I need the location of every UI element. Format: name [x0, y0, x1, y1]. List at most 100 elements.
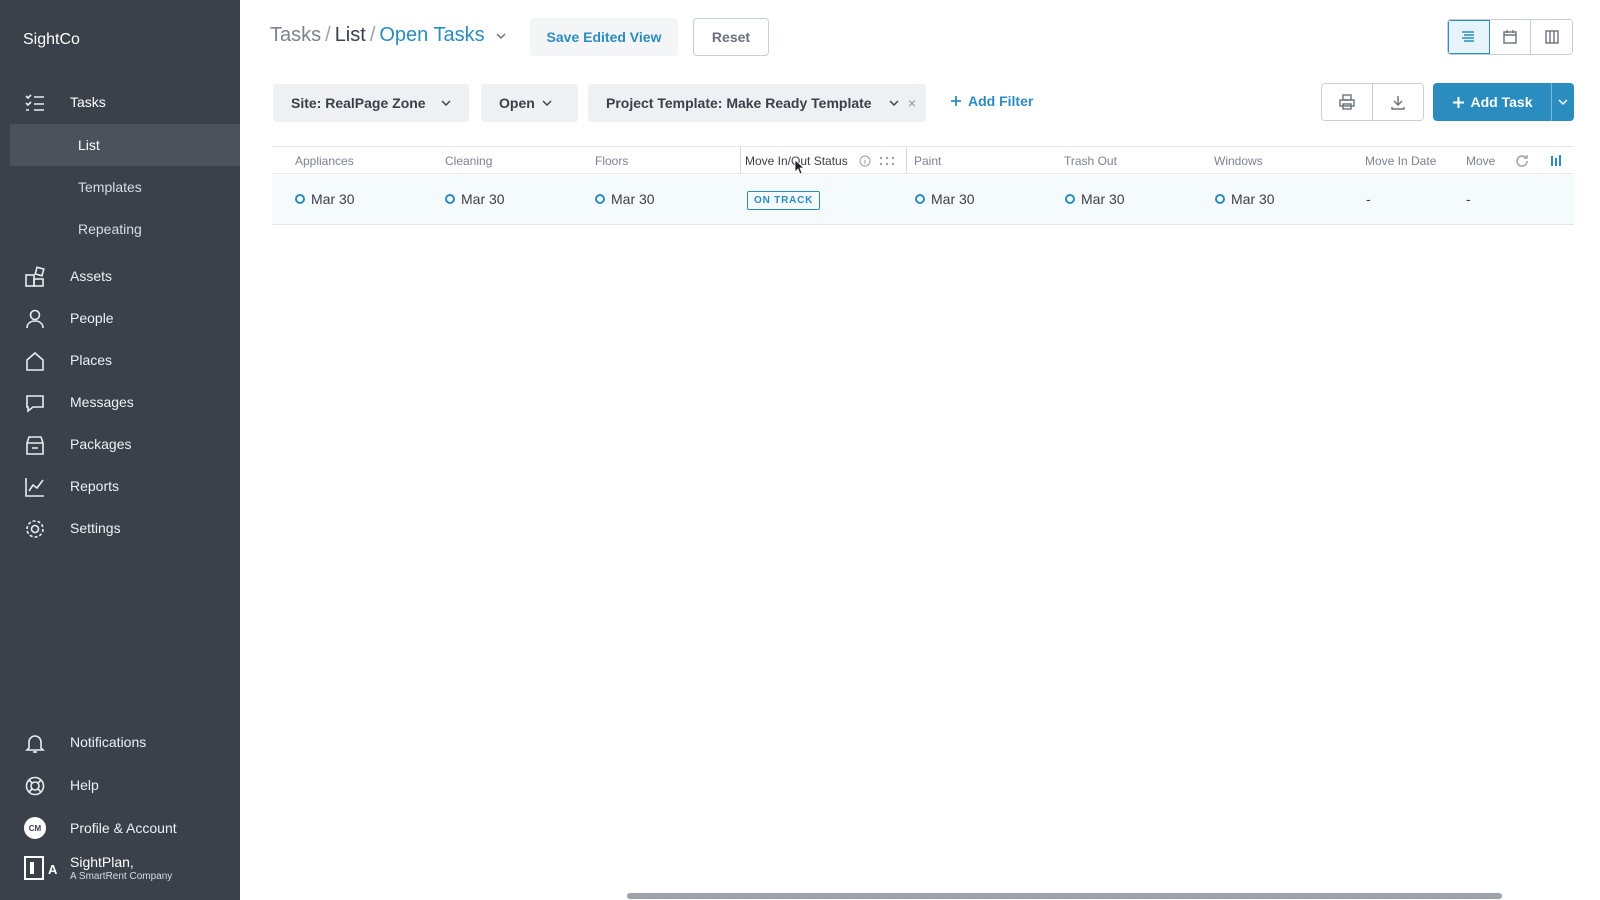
add-filter-button[interactable]: Add Filter — [950, 93, 1033, 109]
remove-filter-button[interactable]: × — [908, 95, 916, 111]
cell-value: Mar 30 — [611, 191, 655, 207]
sidebar-item-reports[interactable]: Reports — [0, 466, 240, 506]
sidebar-item-assets[interactable]: Assets — [0, 256, 240, 296]
sidebar-item-label: Settings — [70, 520, 121, 536]
chevron-down-icon — [889, 100, 899, 106]
breadcrumb-list[interactable]: List — [335, 24, 366, 47]
download-button[interactable] — [1373, 84, 1423, 120]
calendar-view-button[interactable] — [1489, 20, 1532, 54]
cell-trash-out[interactable]: Mar 30 — [1065, 191, 1125, 207]
cell-floors[interactable]: Mar 30 — [595, 191, 655, 207]
sidebar-item-help[interactable]: Help — [0, 765, 240, 805]
view-selector[interactable]: Open Tasks — [379, 24, 484, 47]
info-icon[interactable] — [859, 155, 871, 167]
sidebar-item-repeating[interactable]: Repeating — [10, 208, 240, 250]
column-header-paint[interactable]: Paint — [914, 154, 941, 168]
plus-icon — [1452, 96, 1464, 108]
sidebar-item-profile[interactable]: CM Profile & Account — [0, 808, 240, 848]
print-icon — [1339, 94, 1355, 110]
breadcrumb-tasks[interactable]: Tasks — [270, 24, 321, 47]
gear-icon — [26, 520, 44, 538]
calendar-icon — [1503, 30, 1517, 44]
table-row[interactable]: Mar 30 Mar 30 Mar 30 ON TRACK Mar 30 Mar… — [272, 175, 1574, 225]
column-resize-handle[interactable] — [740, 147, 741, 173]
column-header-cleaning[interactable]: Cleaning — [445, 154, 492, 168]
sightplan-logo-icon — [24, 856, 44, 880]
download-icon — [1391, 96, 1405, 110]
sidebar-item-list[interactable]: List — [10, 124, 240, 166]
sidebar-item-label: Tasks — [70, 94, 106, 110]
list-icon — [1462, 31, 1475, 42]
cell-cleaning[interactable]: Mar 30 — [445, 191, 505, 207]
filter-site[interactable]: Site: RealPage Zone — [273, 84, 469, 122]
plus-icon — [951, 96, 961, 106]
print-button[interactable] — [1322, 84, 1373, 120]
message-icon — [26, 395, 44, 413]
cell-move[interactable]: - — [1466, 191, 1471, 207]
drag-handle-icon[interactable] — [879, 156, 895, 166]
column-header-floors[interactable]: Floors — [595, 154, 628, 168]
refresh-icon[interactable] — [1514, 153, 1530, 169]
cell-value: Mar 30 — [311, 191, 355, 207]
sidebar-item-label: Repeating — [78, 221, 142, 237]
sidebar-item-packages[interactable]: Packages — [0, 424, 240, 464]
filter-label: Site: RealPage Zone — [291, 95, 426, 111]
save-edited-view-button[interactable]: Save Edited View — [530, 18, 678, 56]
home-icon — [26, 351, 44, 371]
breadcrumb: Tasks / List / Open Tasks — [270, 24, 507, 47]
column-header-appliances[interactable]: Appliances — [295, 154, 354, 168]
help-icon — [25, 776, 45, 796]
add-filter-label: Add Filter — [968, 93, 1034, 109]
sidebar-item-label: List — [78, 137, 100, 153]
logo-letter: A — [48, 862, 58, 877]
column-header-windows[interactable]: Windows — [1214, 154, 1263, 168]
cell-move-in-date[interactable]: - — [1366, 191, 1371, 207]
sidebar-item-label: People — [70, 310, 114, 326]
package-icon — [26, 436, 44, 455]
cell-paint[interactable]: Mar 30 — [915, 191, 975, 207]
chevron-down-icon[interactable] — [495, 30, 507, 42]
column-resize-handle[interactable] — [906, 147, 907, 173]
column-header-move[interactable]: Move — [1466, 154, 1495, 168]
cell-appliances[interactable]: Mar 30 — [295, 191, 355, 207]
company-tagline: A SmartRent Company — [70, 871, 173, 882]
filter-template[interactable]: Project Template: Make Ready Template × — [588, 84, 926, 122]
sidebar-item-label: Templates — [78, 179, 142, 195]
cell-value: Mar 30 — [1081, 191, 1125, 207]
column-header-move-in-date[interactable]: Move In Date — [1365, 154, 1436, 168]
add-task-button[interactable]: Add Task — [1433, 83, 1574, 121]
reset-button[interactable]: Reset — [693, 18, 769, 56]
sidebar-item-notifications[interactable]: Notifications — [0, 722, 240, 762]
add-task-label: Add Task — [1470, 94, 1533, 110]
sidebar-item-people[interactable]: People — [0, 298, 240, 338]
sidebar-item-settings[interactable]: Settings — [0, 508, 240, 548]
column-header-trash-out[interactable]: Trash Out — [1064, 154, 1117, 168]
sidebar: SightCo Tasks List Templates Repeating A… — [0, 0, 240, 900]
add-task-main[interactable]: Add Task — [1433, 83, 1551, 121]
chevron-down-icon — [441, 100, 451, 106]
mouse-cursor-icon — [794, 159, 804, 175]
horizontal-scrollbar[interactable] — [627, 893, 1502, 899]
list-view-button[interactable] — [1448, 20, 1490, 54]
cell-windows[interactable]: Mar 30 — [1215, 191, 1275, 207]
sidebar-item-places[interactable]: Places — [0, 340, 240, 380]
cell-value: Mar 30 — [461, 191, 505, 207]
add-task-dropdown[interactable] — [1551, 83, 1574, 121]
view-toggle — [1447, 19, 1573, 55]
status-dot-icon — [595, 194, 605, 204]
sidebar-item-templates[interactable]: Templates — [10, 166, 240, 208]
sidebar-item-messages[interactable]: Messages — [0, 382, 240, 422]
assets-icon — [25, 266, 45, 287]
cell-value: Mar 30 — [931, 191, 975, 207]
tasks-icon — [25, 94, 44, 111]
sidebar-item-label: Help — [70, 777, 99, 793]
sidebar-item-label: Reports — [70, 478, 120, 494]
board-view-button[interactable] — [1531, 20, 1572, 54]
sidebar-item-label: Messages — [70, 394, 134, 410]
filter-status[interactable]: Open — [481, 84, 578, 122]
brand-name[interactable]: SightCo — [23, 31, 80, 49]
columns-settings-icon[interactable] — [1549, 154, 1563, 168]
sidebar-item-tasks[interactable]: Tasks — [0, 82, 240, 122]
avatar: CM — [24, 817, 46, 839]
breadcrumb-separator: / — [369, 24, 376, 46]
